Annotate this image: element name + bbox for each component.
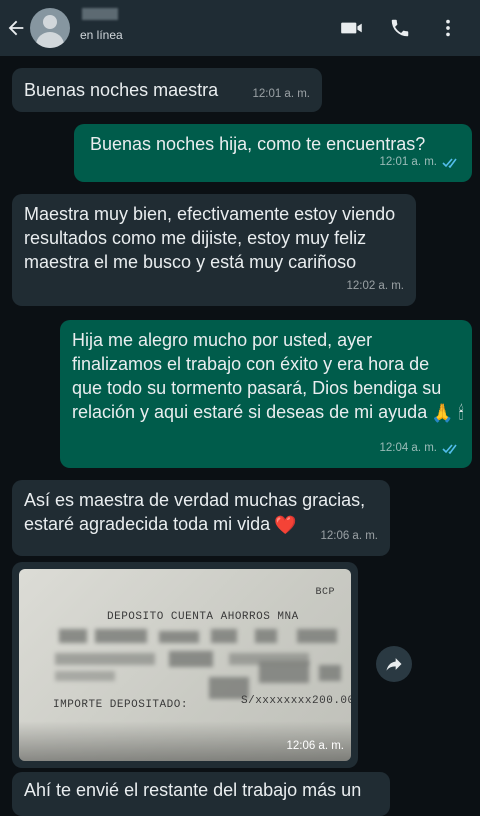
message-bubble-incoming[interactable]: Buenas noches maestra 12:01 a. m. <box>12 68 322 112</box>
voice-call-button[interactable] <box>380 8 420 48</box>
forward-button[interactable] <box>376 646 412 682</box>
back-arrow-icon <box>8 20 24 36</box>
read-ticks-icon <box>442 157 457 168</box>
more-options-button[interactable] <box>428 8 468 48</box>
message-time: 12:06 a. m. <box>286 740 344 752</box>
heart-emoji: ❤️ <box>274 515 297 536</box>
chat-header: en línea <box>0 0 480 56</box>
message-text: Ahí te envié el restante del trabajo más… <box>24 780 362 800</box>
message-time: 12:01 a. m. <box>379 156 437 168</box>
video-call-button[interactable] <box>332 8 372 48</box>
receipt-heading: DEPOSITO CUENTA AHORROS MNA <box>107 611 299 623</box>
message-time: 12:01 a. m. <box>252 88 310 100</box>
message-text: Maestra muy bien, efectivamente estoy vi… <box>24 204 396 272</box>
receipt-label: IMPORTE DEPOSITADO: <box>53 699 188 711</box>
message-time: 12:04 a. m. <box>379 442 437 454</box>
message-time: 12:06 a. m. <box>320 530 378 542</box>
back-button[interactable] <box>2 0 30 56</box>
contact-info[interactable]: en línea <box>80 0 123 56</box>
forward-icon <box>386 658 402 671</box>
message-bubble-outgoing[interactable]: Buenas noches hija, como te encuentras? … <box>74 124 472 182</box>
message-bubble-incoming[interactable]: Maestra muy bien, efectivamente estoy vi… <box>12 194 416 306</box>
contact-name-redacted <box>82 8 118 20</box>
message-bubble-outgoing[interactable]: Hija me alegro mucho por usted, ayer fin… <box>60 320 472 468</box>
receipt-amount: S/xxxxxxxx200.00 <box>241 695 351 707</box>
more-vert-icon <box>446 19 450 37</box>
phone-icon <box>391 19 409 37</box>
contact-avatar[interactable] <box>30 8 70 48</box>
message-list[interactable]: Buenas noches maestra 12:01 a. m. Buenas… <box>0 56 480 816</box>
receipt-bank: BCP <box>315 587 335 598</box>
message-bubble-incoming[interactable]: Ahí te envié el restante del trabajo más… <box>12 772 390 816</box>
message-text: Hija me alegro mucho por usted, ayer fin… <box>72 330 464 424</box>
message-bubble-incoming[interactable]: Así es maestra de verdad muchas gracias,… <box>12 480 390 556</box>
emoji-pray-candle: 🙏 🕯 <box>431 403 464 424</box>
contact-status: en línea <box>80 28 123 42</box>
message-time: 12:02 a. m. <box>346 280 404 292</box>
video-call-icon <box>341 22 362 34</box>
image-message-bubble[interactable]: BCP DEPOSITO CUENTA AHORROS MNA IMPORTE … <box>12 562 358 768</box>
read-ticks-icon <box>442 443 457 454</box>
